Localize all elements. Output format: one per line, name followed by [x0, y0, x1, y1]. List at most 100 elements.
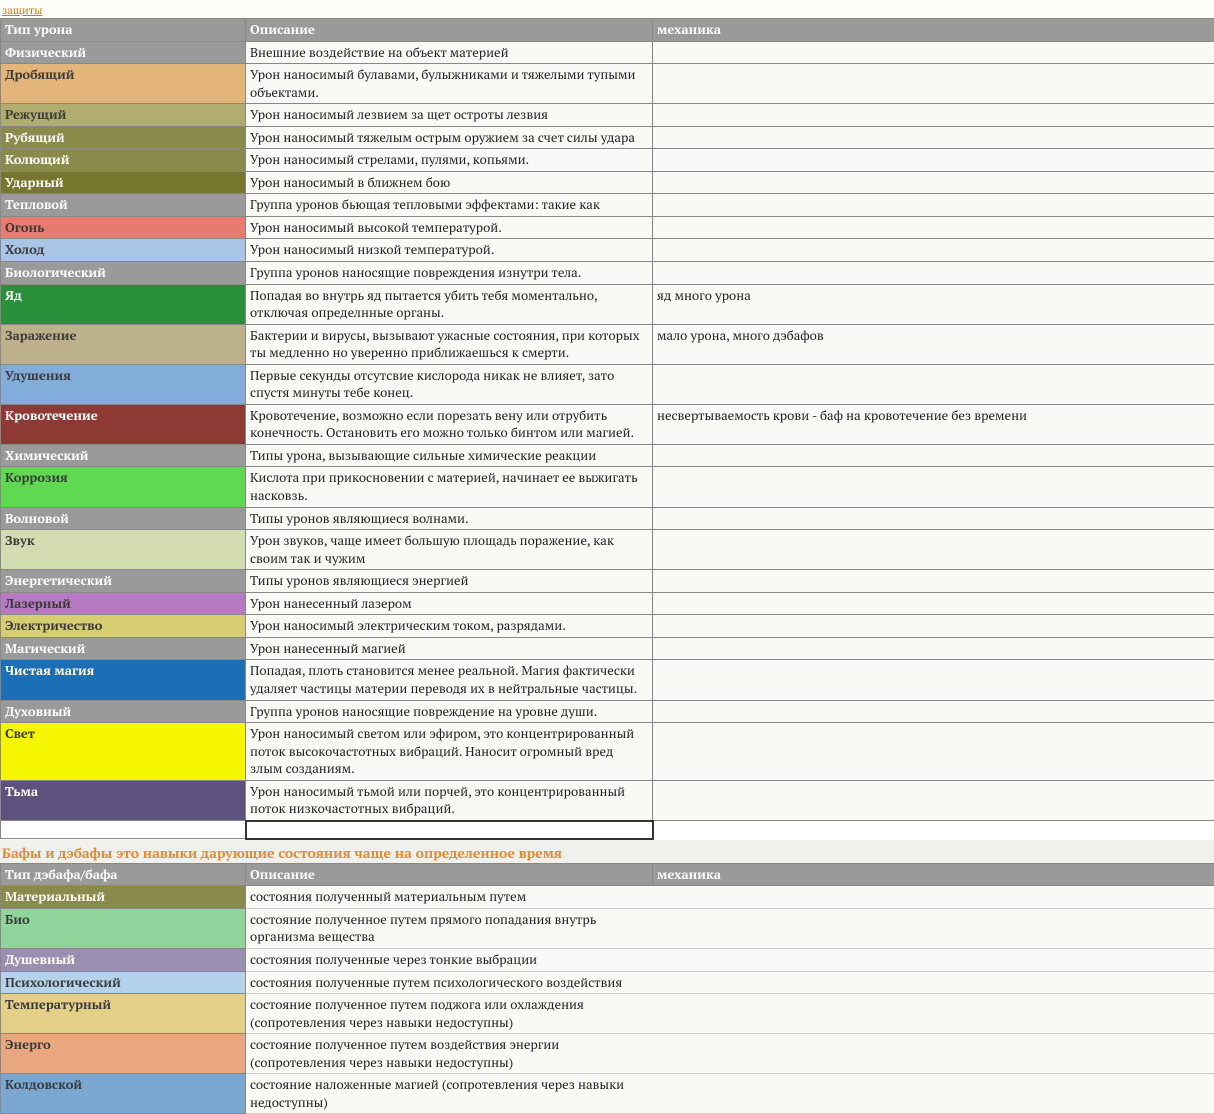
row-mech: [653, 239, 1214, 262]
row-mech: [653, 262, 1214, 285]
damage-header-row: Тип урона Описание механика: [1, 19, 1214, 42]
table-row: Психологическийсостояния полученные путе…: [1, 971, 1214, 994]
row-mech: [653, 444, 1214, 467]
row-label: Холод: [1, 239, 246, 262]
row-desc: Урон наносимый низкой температурой.: [246, 239, 653, 262]
row-mech: яд много урона: [653, 284, 1214, 324]
row-label: Заражение: [1, 324, 246, 364]
row-mech: [653, 994, 1214, 1034]
row-label: Свет: [1, 723, 246, 781]
table-row: КоррозияКислота при прикосновении с мате…: [1, 467, 1214, 507]
row-label: Температурный: [1, 994, 246, 1034]
row-mech: [653, 886, 1214, 909]
header-desc: Описание: [246, 19, 653, 42]
row-desc: Кровотечение, возможно если порезать вен…: [246, 404, 653, 444]
row-mech: [653, 149, 1214, 172]
row-label: Физический: [1, 41, 246, 64]
row-mech: [653, 592, 1214, 615]
header2-type: Тип дэбафа/бафа: [1, 863, 246, 886]
table-row: РубящийУрон наносимый тяжелым острым ору…: [1, 126, 1214, 149]
table-row: ЭлектричествоУрон наносимый электрически…: [1, 615, 1214, 638]
row-label: Дробящий: [1, 64, 246, 104]
row-mech: [653, 194, 1214, 217]
table-row: Колдовскойсостояние наложенные магией (с…: [1, 1074, 1214, 1114]
row-desc: Группа уронов наносящие повреждение на у…: [246, 700, 653, 723]
row-mech: [653, 171, 1214, 194]
row-label: Тепловой: [1, 194, 246, 217]
row-label: Коррозия: [1, 467, 246, 507]
section2-title: Бафы и дэбафы это навыки дарующие состоя…: [0, 840, 1214, 863]
row-label: Психологический: [1, 971, 246, 994]
row-mech: [653, 216, 1214, 239]
row-label: Электричество: [1, 615, 246, 638]
row-desc: Урон наносимый булавами, булыжниками и т…: [246, 64, 653, 104]
row-desc: Урон наносимый лезвием за щет остроты ле…: [246, 104, 653, 127]
table-row: ТепловойГруппа уронов бьющая тепловыми э…: [1, 194, 1214, 217]
table-row: КолющийУрон наносимый стрелами, пулями, …: [1, 149, 1214, 172]
table-row: УдарныйУрон наносимый в ближнем бою: [1, 171, 1214, 194]
row-desc: состояние наложенные магией (сопротевлен…: [246, 1074, 653, 1114]
row-desc: состояния полученный материальным путем: [246, 886, 653, 909]
buff-table: Тип дэбафа/бафа Описание механика Матери…: [0, 863, 1214, 1114]
row-desc: Урон нанесенный магией: [246, 637, 653, 660]
row-desc: Типы уронов являющиеся волнами.: [246, 507, 653, 530]
table-row: Энергосостояние полученное путем воздейс…: [1, 1034, 1214, 1074]
row-label: Душевный: [1, 948, 246, 971]
row-mech: [653, 364, 1214, 404]
table-row: ФизическийВнешние воздействие на объект …: [1, 41, 1214, 64]
row-mech: [653, 64, 1214, 104]
row-desc: Типы урона, вызывающие сильные химически…: [246, 444, 653, 467]
row-desc: Попадая во внутрь яд пытается убить тебя…: [246, 284, 653, 324]
row-label: Магический: [1, 637, 246, 660]
table-row: КровотечениеКровотечение, возможно если …: [1, 404, 1214, 444]
row-mech: [653, 570, 1214, 593]
row-label: Духовный: [1, 700, 246, 723]
table-row: ЛазерныйУрон нанесенный лазером: [1, 592, 1214, 615]
row-mech: [653, 530, 1214, 570]
row-mech: [653, 615, 1214, 638]
empty-row: [1, 821, 1214, 839]
table-row: Душевныйсостояния полученные через тонки…: [1, 948, 1214, 971]
table-row: Материальныйсостояния полученный материа…: [1, 886, 1214, 909]
row-desc: Урон наносимый светом или эфиром, это ко…: [246, 723, 653, 781]
table-row: ВолновойТипы уронов являющиеся волнами.: [1, 507, 1214, 530]
row-mech: [653, 1034, 1214, 1074]
row-label: Волновой: [1, 507, 246, 530]
row-mech: [653, 780, 1214, 821]
row-mech: [653, 723, 1214, 781]
row-label: Материальный: [1, 886, 246, 909]
row-label: Яд: [1, 284, 246, 324]
row-desc: Урон наносимый тьмой или порчей, это кон…: [246, 780, 653, 821]
table-row: ХолодУрон наносимый низкой температурой.: [1, 239, 1214, 262]
top-link[interactable]: защиты: [0, 2, 44, 18]
table-row: МагическийУрон нанесенный магией: [1, 637, 1214, 660]
row-label: Колдовской: [1, 1074, 246, 1114]
header2-mech: механика: [653, 863, 1214, 886]
row-desc: Группа уронов бьющая тепловыми эффектами…: [246, 194, 653, 217]
header-mech: механика: [653, 19, 1214, 42]
table-row: Биосостояние полученное путем прямого по…: [1, 908, 1214, 948]
row-mech: [653, 948, 1214, 971]
row-label: Удушения: [1, 364, 246, 404]
row-desc: Урон наносимый высокой температурой.: [246, 216, 653, 239]
row-label: Колющий: [1, 149, 246, 172]
table-row: ДробящийУрон наносимый булавами, булыжни…: [1, 64, 1214, 104]
row-mech: [653, 104, 1214, 127]
row-mech: [653, 971, 1214, 994]
row-desc: Группа уронов наносящие повреждения изну…: [246, 262, 653, 285]
row-desc: Попадая, плоть становится менее реальной…: [246, 660, 653, 700]
row-desc: Урон наносимый электрическим током, разр…: [246, 615, 653, 638]
row-desc: состояние полученное путем воздействия э…: [246, 1034, 653, 1074]
row-label: Ударный: [1, 171, 246, 194]
row-label: Тьма: [1, 780, 246, 821]
row-desc: состояния полученные путем психологическ…: [246, 971, 653, 994]
row-desc: состояние полученное путем прямого попад…: [246, 908, 653, 948]
header-type: Тип урона: [1, 19, 246, 42]
table-row: Температурныйсостояние полученное путем …: [1, 994, 1214, 1034]
row-label: Кровотечение: [1, 404, 246, 444]
row-mech: [653, 660, 1214, 700]
row-desc: Урон нанесенный лазером: [246, 592, 653, 615]
table-row: ЗаражениеБактерии и вирусы, вызывают ужа…: [1, 324, 1214, 364]
row-label: Энерго: [1, 1034, 246, 1074]
row-mech: [653, 467, 1214, 507]
